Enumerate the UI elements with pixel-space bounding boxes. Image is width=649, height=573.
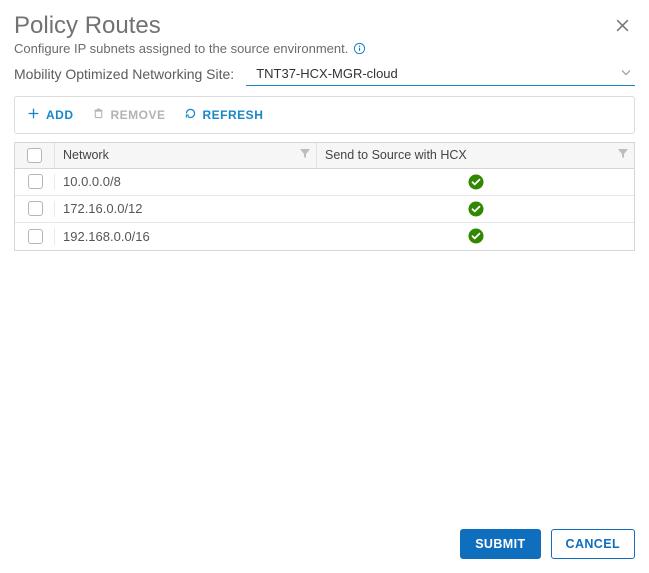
close-button[interactable] (611, 16, 633, 38)
table-row: 10.0.0.0/8 (15, 169, 634, 196)
refresh-label: REFRESH (203, 108, 264, 122)
check-circle-icon (468, 228, 484, 244)
plus-icon (27, 107, 40, 123)
row-checkbox-cell (15, 223, 55, 250)
row-checkbox[interactable] (28, 174, 43, 189)
cell-network: 192.168.0.0/16 (55, 223, 317, 250)
row-checkbox[interactable] (28, 201, 43, 216)
site-select-value: TNT37-HCX-MGR-cloud (256, 66, 398, 81)
toolbar: ADD REMOVE REFRESH (14, 96, 635, 134)
remove-label: REMOVE (111, 108, 166, 122)
cell-network: 10.0.0.0/8 (55, 169, 317, 195)
cell-hcx (317, 169, 634, 195)
select-all-checkbox[interactable] (27, 148, 42, 163)
refresh-icon (184, 107, 197, 123)
column-header-network-label: Network (63, 148, 109, 162)
header-checkbox-cell (15, 143, 55, 168)
row-checkbox-cell (15, 196, 55, 222)
dialog-header: Policy Routes (14, 12, 635, 40)
row-checkbox-cell (15, 169, 55, 195)
chevron-down-icon (621, 66, 631, 81)
column-header-hcx-label: Send to Source with HCX (325, 148, 467, 162)
cell-hcx (317, 196, 634, 222)
trash-icon (92, 107, 105, 123)
remove-button: REMOVE (92, 107, 166, 123)
subtitle-text: Configure IP subnets assigned to the sou… (14, 41, 348, 56)
row-checkbox[interactable] (28, 229, 43, 244)
check-circle-icon (468, 201, 484, 217)
filter-icon[interactable] (618, 148, 628, 162)
cancel-button[interactable]: CANCEL (551, 529, 635, 559)
column-header-hcx[interactable]: Send to Source with HCX (317, 143, 634, 168)
check-circle-icon (468, 174, 484, 190)
submit-button[interactable]: SUBMIT (460, 529, 540, 559)
table-row: 192.168.0.0/16 (15, 223, 634, 250)
page-subtitle: Configure IP subnets assigned to the sou… (14, 41, 635, 56)
site-label: Mobility Optimized Networking Site: (14, 66, 234, 82)
close-icon (614, 17, 631, 37)
filter-icon[interactable] (300, 148, 310, 162)
table-head: Network Send to Source with HCX (15, 143, 634, 169)
dialog-footer: SUBMIT CANCEL (14, 519, 635, 559)
column-header-network[interactable]: Network (55, 143, 317, 168)
add-button[interactable]: ADD (27, 107, 74, 123)
page-title: Policy Routes (14, 12, 161, 40)
info-icon[interactable] (352, 41, 366, 55)
cell-network: 172.16.0.0/12 (55, 196, 317, 222)
table-row: 172.16.0.0/12 (15, 196, 634, 223)
refresh-button[interactable]: REFRESH (184, 107, 264, 123)
site-select[interactable]: TNT37-HCX-MGR-cloud (246, 62, 635, 86)
add-label: ADD (46, 108, 74, 122)
site-row: Mobility Optimized Networking Site: TNT3… (14, 62, 635, 86)
routes-table: Network Send to Source with HCX 10.0.0.0… (14, 142, 635, 251)
policy-routes-dialog: Policy Routes Configure IP subnets assig… (0, 0, 649, 573)
cell-hcx (317, 223, 634, 250)
